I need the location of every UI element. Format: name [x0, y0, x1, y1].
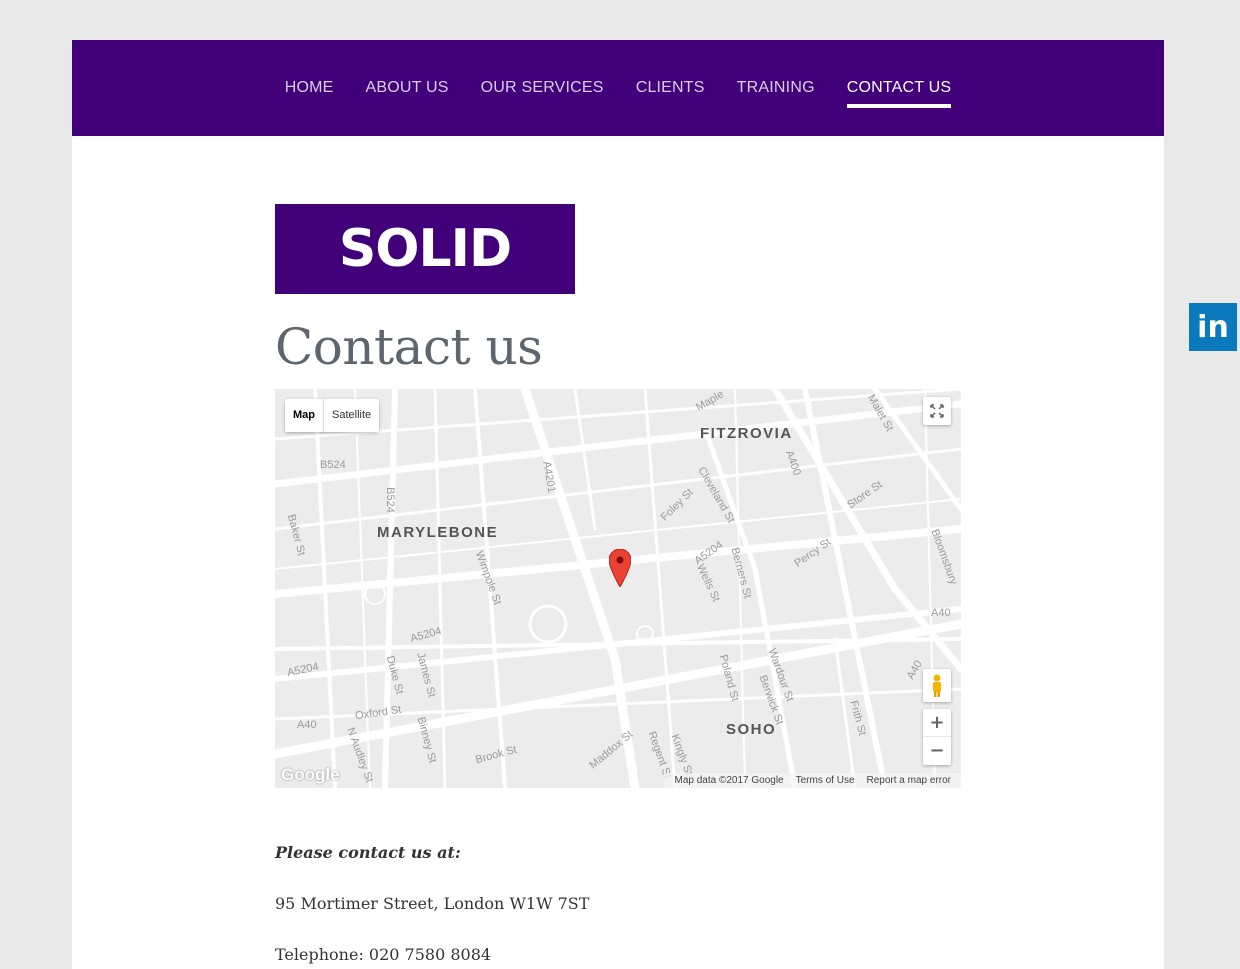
terms-of-use-link[interactable]: Terms of Use — [796, 773, 855, 788]
map-street-label: A40 — [931, 607, 951, 619]
zoom-in-button[interactable]: + — [923, 709, 951, 737]
map-label-soho: SOHO — [726, 721, 777, 738]
zoom-out-button[interactable]: − — [923, 737, 951, 765]
map-street-label: B524 — [320, 459, 346, 471]
nav-clients[interactable]: CLIENTS — [636, 40, 705, 136]
google-map[interactable]: FITZROVIA MARYLEBONE SOHO B524 B524 A420… — [275, 389, 961, 788]
nav-contact-us[interactable]: CONTACT US — [846, 40, 952, 136]
nav-training[interactable]: TRAINING — [737, 40, 815, 136]
map-label-fitzrovia: FITZROVIA — [700, 425, 793, 442]
nav-home[interactable]: HOME — [285, 40, 334, 136]
report-map-error-link[interactable]: Report a map error — [867, 773, 951, 788]
main-content: SOLID Contact us FITZROVIA MARYLEBONE SO… — [72, 136, 1164, 969]
map-attribution: Map data ©2017 Google Terms of Use Repor… — [664, 773, 961, 788]
nav-about-us[interactable]: ABOUT US — [366, 40, 449, 136]
zoom-control: + − — [923, 709, 951, 765]
map-street-label: B524 — [383, 487, 396, 513]
nav-our-services[interactable]: OUR SERVICES — [481, 40, 604, 136]
main-nav: HOME ABOUT US OUR SERVICES CLIENTS TRAIN… — [72, 40, 1164, 136]
linkedin-button[interactable]: in — [1189, 303, 1237, 351]
fullscreen-button[interactable] — [923, 397, 951, 425]
street-view-pegman-button[interactable] — [923, 669, 951, 702]
fullscreen-icon — [930, 404, 944, 418]
contact-intro: Please contact us at: — [275, 843, 461, 862]
map-label-marylebone: MARYLEBONE — [377, 524, 499, 541]
map-type-control: Map Satellite — [285, 399, 380, 432]
solid-logo[interactable]: SOLID — [275, 204, 575, 294]
google-logo[interactable]: Google — [281, 765, 340, 785]
contact-address: 95 Mortimer Street, London W1W 7ST — [275, 894, 590, 913]
map-type-satellite-button[interactable]: Satellite — [324, 399, 379, 432]
map-data-text: Map data ©2017 Google — [674, 775, 784, 786]
site-header: HOME ABOUT US OUR SERVICES CLIENTS TRAIN… — [72, 40, 1164, 136]
pegman-icon — [933, 674, 941, 697]
linkedin-icon: in — [1197, 309, 1229, 345]
contact-phone: Telephone: 020 7580 8084 — [275, 945, 492, 964]
map-type-map-button[interactable]: Map — [285, 399, 324, 432]
page-title: Contact us — [275, 318, 543, 376]
map-street-label: A40 — [297, 719, 317, 731]
logo-text: SOLID — [338, 219, 512, 279]
